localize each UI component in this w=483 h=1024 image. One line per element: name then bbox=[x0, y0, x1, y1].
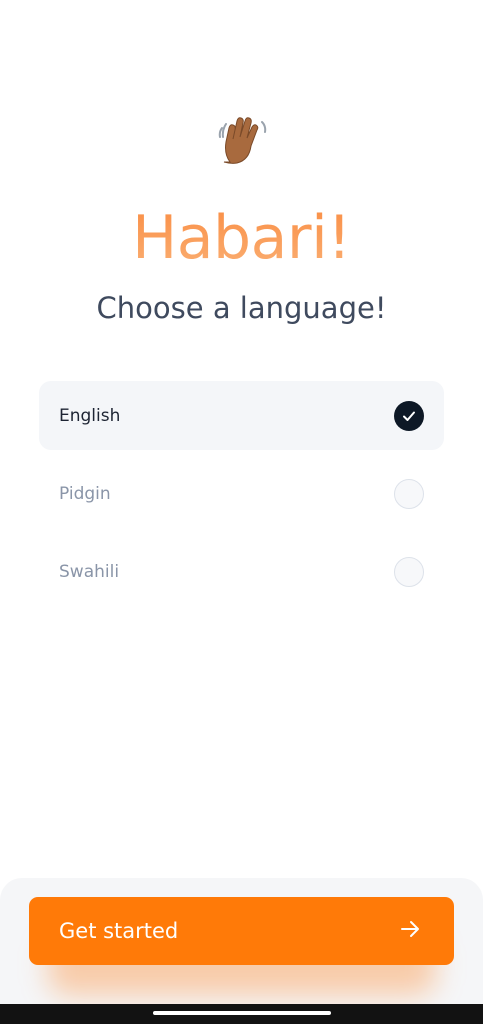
get-started-button[interactable]: Get started bbox=[29, 897, 454, 965]
language-option-english[interactable]: English bbox=[39, 381, 444, 450]
radio-button[interactable] bbox=[394, 478, 424, 509]
checkmark-icon[interactable] bbox=[394, 400, 424, 431]
language-label: Pidgin bbox=[59, 483, 111, 504]
language-option-swahili[interactable]: Swahili bbox=[39, 537, 444, 606]
language-option-pidgin[interactable]: Pidgin bbox=[39, 459, 444, 528]
home-indicator[interactable] bbox=[153, 1011, 331, 1015]
radio-button[interactable] bbox=[394, 556, 424, 587]
arrow-right-icon bbox=[399, 918, 421, 944]
page-subtitle: Choose a language! bbox=[96, 291, 387, 325]
language-select-screen: Habari! Choose a language! English Pidgi… bbox=[0, 0, 483, 1024]
waving-hand-icon bbox=[0, 112, 483, 181]
language-list: English Pidgin Swahili bbox=[39, 381, 444, 615]
language-label: English bbox=[59, 405, 121, 426]
language-label: Swahili bbox=[59, 561, 120, 582]
greeting-title: Habari! bbox=[0, 200, 483, 276]
get-started-label: Get started bbox=[59, 919, 179, 943]
